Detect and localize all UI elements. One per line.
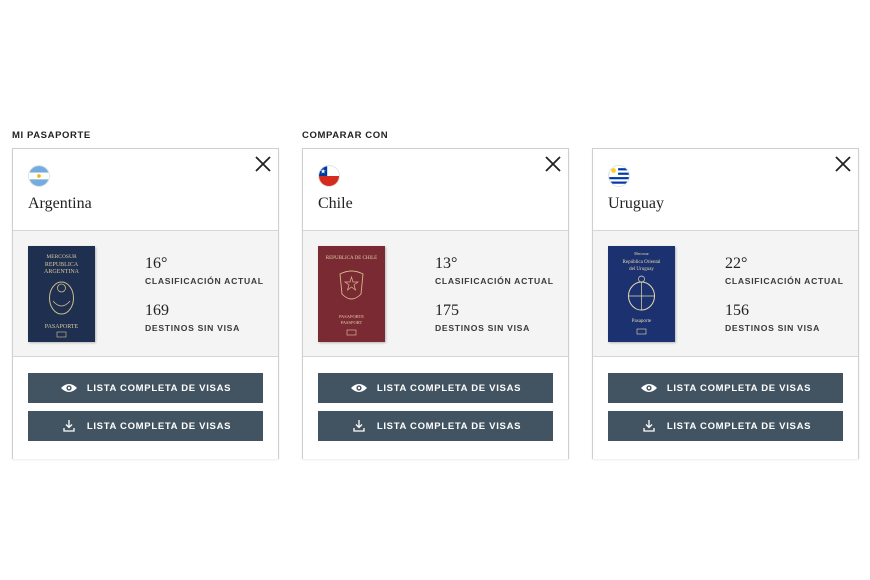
svg-text:REPUBLICA: REPUBLICA: [45, 262, 79, 268]
svg-text:del Uruguay: del Uruguay: [629, 267, 654, 272]
card-stats: Mercosur República Oriental del Uruguay …: [593, 231, 858, 357]
download-visa-list-label: LISTA COMPLETA DE VISAS: [666, 420, 812, 432]
download-visa-list-label: LISTA COMPLETA DE VISAS: [376, 420, 522, 432]
view-visa-list-label: LISTA COMPLETA DE VISAS: [666, 382, 812, 394]
svg-text:PASAPORTE: PASAPORTE: [45, 324, 79, 330]
close-icon[interactable]: [834, 155, 852, 173]
download-visa-list-button[interactable]: LISTA COMPLETA DE VISAS: [318, 411, 553, 441]
uruguay-flag-icon: [608, 165, 630, 187]
card-header: Chile: [303, 149, 568, 231]
passport-card-argentina: Argentina MERCOSUR REPUBLICA ARGENTINA P…: [12, 148, 279, 459]
eye-icon: [60, 382, 78, 394]
view-visa-list-label: LISTA COMPLETA DE VISAS: [376, 382, 522, 394]
svg-text:REPUBLICA DE CHILE: REPUBLICA DE CHILE: [326, 256, 377, 261]
card-actions: LISTA COMPLETA DE VISAS LISTA COMPLETA D…: [13, 357, 278, 459]
country-name: Argentina: [28, 195, 92, 212]
country-name: Uruguay: [608, 195, 664, 212]
visa-free-label: DESTINOS SIN VISA: [145, 323, 240, 333]
close-icon[interactable]: [544, 155, 562, 173]
card-actions: LISTA COMPLETA DE VISAS LISTA COMPLETA D…: [593, 357, 858, 459]
card-header: Argentina: [13, 149, 278, 231]
view-visa-list-button[interactable]: LISTA COMPLETA DE VISAS: [608, 373, 843, 403]
download-icon: [350, 420, 368, 432]
visa-free-count: 156: [725, 302, 749, 319]
visa-free-count: 169: [145, 302, 169, 319]
svg-text:ARGENTINA: ARGENTINA: [44, 269, 80, 275]
card-stats: REPUBLICA DE CHILE PASAPORTE PASSPORT 13…: [303, 231, 568, 357]
rank-value: 22°: [725, 255, 748, 272]
view-visa-list-button[interactable]: LISTA COMPLETA DE VISAS: [318, 373, 553, 403]
passport-compare-page: MI PASAPORTE COMPARAR CON Argentina MERC…: [0, 0, 870, 580]
passport-card-uruguay: Uruguay Mercosur República Oriental del …: [592, 148, 859, 459]
rank-value: 13°: [435, 255, 458, 272]
eye-icon: [640, 382, 658, 394]
download-visa-list-button[interactable]: LISTA COMPLETA DE VISAS: [28, 411, 263, 441]
close-icon[interactable]: [254, 155, 272, 173]
passport-cover-image: Mercosur República Oriental del Uruguay …: [608, 246, 675, 342]
card-actions: LISTA COMPLETA DE VISAS LISTA COMPLETA D…: [303, 357, 568, 459]
svg-text:Mercosur: Mercosur: [634, 252, 649, 256]
rank-label: CLASIFICACIÓN ACTUAL: [145, 276, 264, 286]
card-stats: MERCOSUR REPUBLICA ARGENTINA PASAPORTE 1…: [13, 231, 278, 357]
visa-free-label: DESTINOS SIN VISA: [725, 323, 820, 333]
rank-label: CLASIFICACIÓN ACTUAL: [725, 276, 844, 286]
svg-text:Pasaporte: Pasaporte: [632, 319, 652, 324]
passport-cover-image: REPUBLICA DE CHILE PASAPORTE PASSPORT: [318, 246, 385, 342]
rank-value: 16°: [145, 255, 168, 272]
my-passport-label: MI PASAPORTE: [12, 130, 91, 141]
compare-with-label: COMPARAR CON: [302, 130, 389, 141]
download-icon: [60, 420, 78, 432]
download-visa-list-button[interactable]: LISTA COMPLETA DE VISAS: [608, 411, 843, 441]
download-icon: [640, 420, 658, 432]
country-name: Chile: [318, 195, 353, 212]
svg-text:República Oriental: República Oriental: [623, 260, 662, 265]
svg-text:PASAPORTE: PASAPORTE: [339, 314, 364, 319]
passport-cover-image: MERCOSUR REPUBLICA ARGENTINA PASAPORTE: [28, 246, 95, 342]
eye-icon: [350, 382, 368, 394]
passport-card-chile: Chile REPUBLICA DE CHILE PASAPORTE PASSP…: [302, 148, 569, 459]
download-visa-list-label: LISTA COMPLETA DE VISAS: [86, 420, 232, 432]
visa-free-label: DESTINOS SIN VISA: [435, 323, 530, 333]
card-header: Uruguay: [593, 149, 858, 231]
svg-text:MERCOSUR: MERCOSUR: [46, 254, 77, 260]
view-visa-list-button[interactable]: LISTA COMPLETA DE VISAS: [28, 373, 263, 403]
rank-label: CLASIFICACIÓN ACTUAL: [435, 276, 554, 286]
chile-flag-icon: [318, 165, 340, 187]
visa-free-count: 175: [435, 302, 459, 319]
view-visa-list-label: LISTA COMPLETA DE VISAS: [86, 382, 232, 394]
svg-text:PASSPORT: PASSPORT: [341, 320, 363, 325]
argentina-flag-icon: [28, 165, 50, 187]
